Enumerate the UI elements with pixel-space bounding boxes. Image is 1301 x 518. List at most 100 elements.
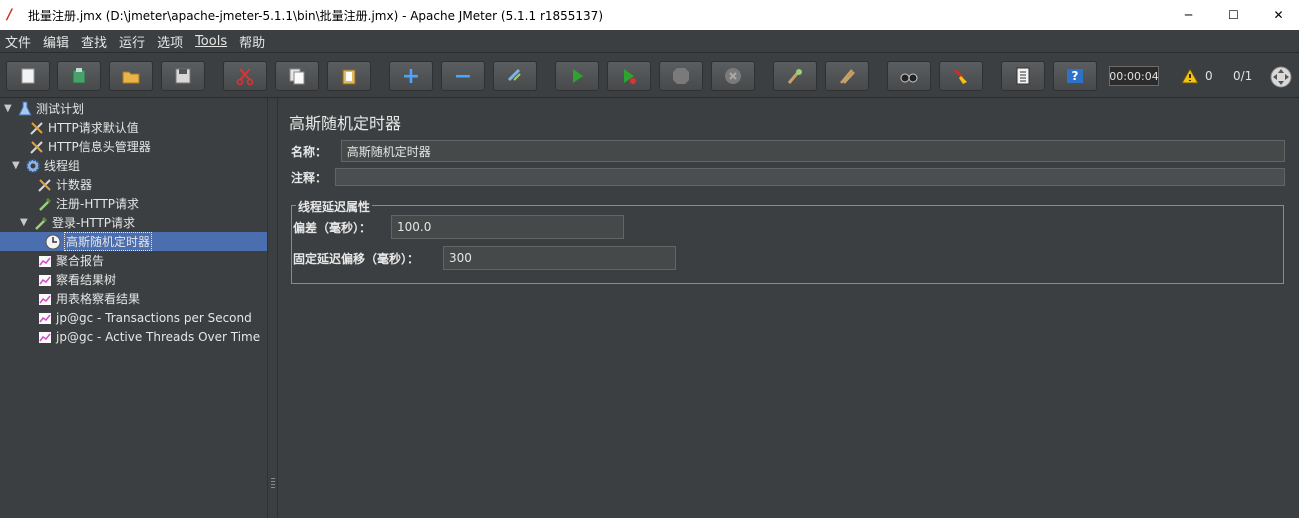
menu-run[interactable]: 运行 [113, 32, 151, 51]
menu-search[interactable]: 查找 [75, 32, 113, 51]
tree-node-label: 注册-HTTP请求 [56, 197, 140, 211]
tree-node-results-tree[interactable]: 察看结果树 [24, 270, 116, 289]
function-helper-button[interactable] [1001, 61, 1045, 91]
drag-grip-icon[interactable] [271, 478, 275, 490]
tree-node-http-defaults[interactable]: HTTP请求默认值 [16, 118, 139, 137]
minimize-icon: ─ [1184, 8, 1193, 22]
name-label: 名称： [291, 144, 328, 159]
warning-indicator[interactable]: 0 [1181, 68, 1213, 84]
tree-node-label: 线程组 [44, 159, 81, 173]
split-pane-divider[interactable] [267, 98, 278, 518]
cut-icon [236, 68, 254, 86]
tree-node-register-request[interactable]: 注册-HTTP请求 [24, 194, 139, 213]
tree-node-test-plan[interactable]: ▼ 测试计划 [4, 99, 84, 118]
group-title: 线程延迟属性 [296, 198, 373, 215]
remote-start-icon [787, 69, 802, 84]
new-icon [21, 68, 35, 84]
start-icon [573, 69, 583, 83]
graph-icon [36, 309, 54, 327]
remote-status-icon[interactable] [1269, 65, 1293, 89]
expand-toggle-icon[interactable]: ▼ [12, 160, 24, 171]
remote-start-button[interactable] [773, 61, 817, 91]
copy-icon [289, 68, 305, 85]
tree-node-header-manager[interactable]: HTTP信息头管理器 [16, 137, 151, 156]
open-button[interactable] [109, 61, 153, 91]
comment-row: 注释： [286, 168, 1285, 186]
tree-node-label: 高斯随机定时器 [64, 232, 153, 251]
start-button[interactable] [555, 61, 599, 91]
remote-stop-icon [840, 69, 855, 84]
tree-node-thread-group[interactable]: ▼ 线程组 [12, 156, 80, 175]
graph-icon [36, 328, 54, 346]
tree-node-transactions-per-second[interactable]: jp@gc - Transactions per Second [24, 308, 252, 327]
tree-node-label: 计数器 [56, 178, 93, 192]
menu-help[interactable]: 帮助 [233, 32, 271, 51]
expand-all-button[interactable]: + [389, 61, 433, 91]
toggle-button[interactable] [493, 61, 537, 91]
new-button[interactable] [6, 61, 50, 91]
close-button[interactable]: ✕ [1256, 0, 1301, 30]
tree-node-results-table[interactable]: 用表格察看结果 [24, 289, 140, 308]
collapse-all-button[interactable]: − [441, 61, 485, 91]
tree-node-label: 用表格察看结果 [56, 292, 141, 306]
expand-toggle-icon[interactable]: ▼ [20, 217, 32, 228]
maximize-button[interactable]: ☐ [1211, 0, 1256, 30]
shutdown-button[interactable] [711, 61, 755, 91]
tree-node-login-request[interactable]: ▼ 登录-HTTP请求 [20, 213, 135, 232]
templates-button[interactable] [57, 61, 101, 91]
clear-all-button[interactable] [939, 61, 983, 91]
deviation-row: 偏差（毫秒）： 100.0 [293, 215, 624, 239]
pipette-icon [32, 214, 50, 232]
clock-icon [44, 233, 62, 251]
help-icon: ? [1066, 69, 1084, 83]
copy-button[interactable] [275, 61, 319, 91]
tree-node-label: HTTP信息头管理器 [48, 140, 151, 154]
test-plan-tree: ▼ 测试计划 HTTP请求默认值 HTTP信息头管理器 ▼ 线程组 计数器 注册… [0, 98, 267, 518]
tree-node-active-threads[interactable]: jp@gc - Active Threads Over Time [24, 327, 260, 346]
paste-button[interactable] [327, 61, 371, 91]
active-threads: 0/1 [1233, 69, 1253, 83]
maximize-icon: ☐ [1228, 8, 1239, 22]
comment-field[interactable] [334, 168, 1285, 186]
paste-icon [342, 69, 356, 85]
menu-options[interactable]: 选项 [151, 32, 189, 51]
start-no-pauses-button[interactable] [607, 61, 651, 91]
offset-field[interactable]: 300 [443, 246, 676, 270]
tree-node-label: 登录-HTTP请求 [52, 216, 136, 230]
cut-button[interactable] [223, 61, 267, 91]
search-icon [900, 73, 918, 83]
menu-file[interactable]: 文件 [0, 32, 37, 51]
graph-icon [36, 271, 54, 289]
tree-node-aggregate-report[interactable]: 聚合报告 [24, 251, 104, 270]
menu-tools[interactable]: Tools [189, 34, 233, 49]
remote-stop-button[interactable] [825, 61, 869, 91]
thread-delay-properties-group: 线程延迟属性 偏差（毫秒）： 100.0 固定延迟偏移（毫秒）： 300 [291, 198, 1284, 284]
tree-node-label: HTTP请求默认值 [48, 121, 139, 135]
tree-node-counter[interactable]: 计数器 [24, 175, 92, 194]
jmeter-app-icon: / [7, 7, 13, 23]
stop-button[interactable] [659, 61, 703, 91]
expand-toggle-icon[interactable]: ▼ [4, 103, 16, 114]
tree-node-gaussian-timer[interactable]: 高斯随机定时器 [0, 232, 267, 251]
wrench-icon [36, 176, 54, 194]
name-field[interactable]: 高斯随机定时器 [340, 140, 1285, 162]
name-row: 名称： 高斯随机定时器 [286, 140, 1285, 162]
graph-icon [36, 290, 54, 308]
help-button[interactable]: ? [1053, 61, 1097, 91]
toggle-icon [507, 68, 521, 82]
search-button[interactable] [887, 61, 931, 91]
collapse-icon: − [453, 63, 473, 89]
menu-bar: 文件 编辑 查找 运行 选项 Tools 帮助 [0, 30, 1301, 53]
window-title-bar: / 批量注册.jmx (D:\jmeter\apache-jmeter-5.1.… [0, 0, 1301, 30]
toolbar: + − ? 00:00:04 0 0/1 [0, 53, 1301, 98]
minimize-button[interactable]: ─ [1166, 0, 1211, 30]
flask-icon [16, 100, 34, 118]
wrench-icon [28, 119, 46, 137]
save-button[interactable] [161, 61, 205, 91]
elapsed-time: 00:00:04 [1109, 66, 1159, 86]
deviation-field[interactable]: 100.0 [391, 215, 624, 239]
window-title: 批量注册.jmx (D:\jmeter\apache-jmeter-5.1.1\… [28, 8, 603, 23]
pipette-icon [36, 195, 54, 213]
element-editor-panel: 高斯随机定时器 名称： 高斯随机定时器 注释： 线程延迟属性 偏差（毫秒）： 1… [278, 98, 1301, 518]
menu-edit[interactable]: 编辑 [37, 32, 75, 51]
